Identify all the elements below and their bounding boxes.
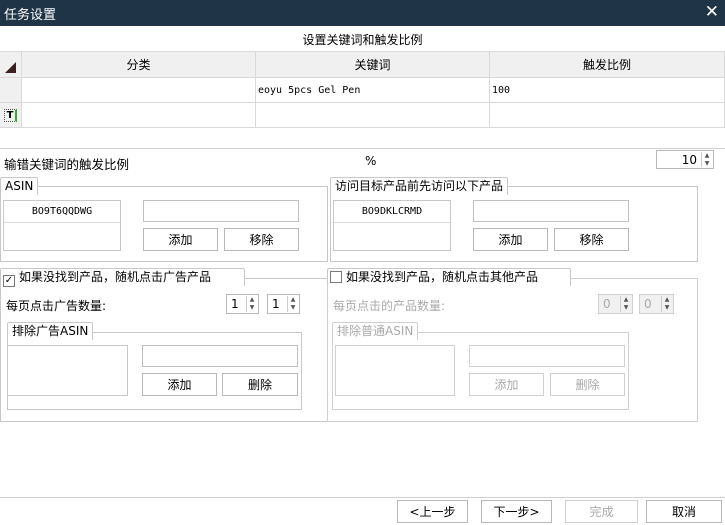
exclude-ad-input[interactable] bbox=[142, 345, 298, 367]
exclude-normal-delete-button[interactable]: 删除 bbox=[550, 373, 625, 396]
pre-visit-input[interactable] bbox=[473, 200, 629, 222]
checkbox-unchecked-icon[interactable] bbox=[330, 271, 342, 283]
ad-count-label: 每页点击广告数量: bbox=[6, 299, 107, 313]
stepper-arrows-icon[interactable]: ▲ ▼ bbox=[287, 296, 298, 312]
mistype-unit: % bbox=[365, 154, 377, 168]
exclude-ad-add-button[interactable]: 添加 bbox=[142, 373, 217, 396]
grid-caption: 设置关键词和触发比例 bbox=[0, 28, 725, 52]
stepper-arrows-icon[interactable]: ▲ ▼ bbox=[701, 152, 712, 167]
new-cell-category[interactable] bbox=[22, 103, 256, 128]
finish-button[interactable]: 完成 bbox=[565, 500, 638, 523]
other-click-label: 如果没找到产品，随机点击其他产品 bbox=[346, 270, 539, 284]
cell-category[interactable] bbox=[22, 78, 256, 103]
exclude-ad-delete-button[interactable]: 删除 bbox=[222, 373, 298, 396]
asin-add-button[interactable]: 添加 bbox=[143, 228, 218, 251]
row-header[interactable] bbox=[0, 78, 22, 103]
other-count-min-stepper[interactable]: 0 ▲ ▼ bbox=[598, 294, 633, 314]
column-header-category[interactable]: 分类 bbox=[22, 52, 256, 78]
column-header-ratio[interactable]: 触发比例 bbox=[490, 52, 725, 78]
mistype-value: 10 bbox=[681, 152, 697, 167]
stepper-arrows-icon[interactable]: ▲ ▼ bbox=[661, 296, 672, 312]
checkbox-checked-icon[interactable]: ✓ bbox=[3, 275, 15, 287]
other-count-min: 0 bbox=[603, 297, 611, 311]
cell-ratio[interactable]: 100 bbox=[490, 78, 725, 103]
close-icon[interactable]: ✕ bbox=[705, 2, 719, 22]
other-count-max-stepper[interactable]: 0 ▲ ▼ bbox=[639, 294, 674, 314]
exclude-normal-add-button[interactable]: 添加 bbox=[469, 373, 544, 396]
pre-visit-remove-button[interactable]: 移除 bbox=[554, 228, 629, 251]
cell-keyword[interactable]: eoyu 5pcs Gel Pen bbox=[256, 78, 490, 103]
stepper-arrows-icon[interactable]: ▲ ▼ bbox=[246, 296, 257, 312]
exclude-normal-input[interactable] bbox=[469, 345, 625, 367]
new-row-header[interactable]: T bbox=[0, 103, 22, 128]
asin-remove-button[interactable]: 移除 bbox=[224, 228, 299, 251]
footer-divider bbox=[0, 497, 725, 498]
new-cell-ratio[interactable] bbox=[490, 103, 725, 128]
asin-list[interactable]: BO9T6QQDWG bbox=[3, 200, 121, 251]
exclude-ad-list[interactable] bbox=[7, 345, 128, 396]
other-count-max: 0 bbox=[644, 297, 652, 311]
divider bbox=[0, 148, 725, 149]
next-button[interactable]: 下一步> bbox=[481, 500, 552, 523]
pre-visit-legend: 访问目标产品前先访问以下产品 bbox=[330, 177, 509, 195]
new-cell-keyword[interactable] bbox=[256, 103, 490, 128]
ad-click-checkbox[interactable]: ✓ 如果没找到产品，随机点击广告产品 bbox=[0, 268, 245, 287]
list-item[interactable]: BO9T6QQDWG bbox=[4, 201, 120, 223]
ad-count-min: 1 bbox=[231, 297, 239, 311]
ad-click-label: 如果没找到产品，随机点击广告产品 bbox=[19, 270, 212, 284]
select-all-corner[interactable] bbox=[0, 52, 22, 78]
exclude-normal-legend: 排除普通ASIN bbox=[332, 322, 419, 340]
ad-count-max-stepper[interactable]: 1 ▲ ▼ bbox=[267, 294, 300, 314]
ad-count-max: 1 bbox=[272, 297, 280, 311]
pre-visit-add-button[interactable]: 添加 bbox=[473, 228, 548, 251]
prev-button[interactable]: <上一步 bbox=[397, 500, 468, 523]
column-header-keyword[interactable]: 关键词 bbox=[256, 52, 490, 78]
window-title: 任务设置 bbox=[4, 8, 57, 23]
stepper-arrows-icon[interactable]: ▲ ▼ bbox=[620, 296, 631, 312]
list-item[interactable]: BO9DKLCRMD bbox=[334, 201, 450, 223]
ad-count-min-stepper[interactable]: 1 ▲ ▼ bbox=[226, 294, 259, 314]
asin-legend: ASIN bbox=[0, 177, 39, 195]
pre-visit-list[interactable]: BO9DKLCRMD bbox=[333, 200, 451, 251]
cancel-button[interactable]: 取消 bbox=[646, 500, 722, 523]
exclude-ad-legend: 排除广告ASIN bbox=[7, 322, 94, 340]
other-count-label: 每页点击的产品数量: bbox=[333, 299, 446, 313]
mistype-ratio-stepper[interactable]: 10 ▲ ▼ bbox=[656, 150, 714, 169]
exclude-normal-list[interactable] bbox=[335, 345, 455, 396]
asin-input[interactable] bbox=[143, 200, 299, 222]
mistype-label: 输错关键词的触发比例 bbox=[4, 157, 130, 172]
new-row-icon: T bbox=[3, 108, 18, 122]
title-bar: 任务设置 ✕ bbox=[0, 0, 725, 26]
other-click-checkbox[interactable]: 如果没找到产品，随机点击其他产品 bbox=[327, 268, 571, 286]
